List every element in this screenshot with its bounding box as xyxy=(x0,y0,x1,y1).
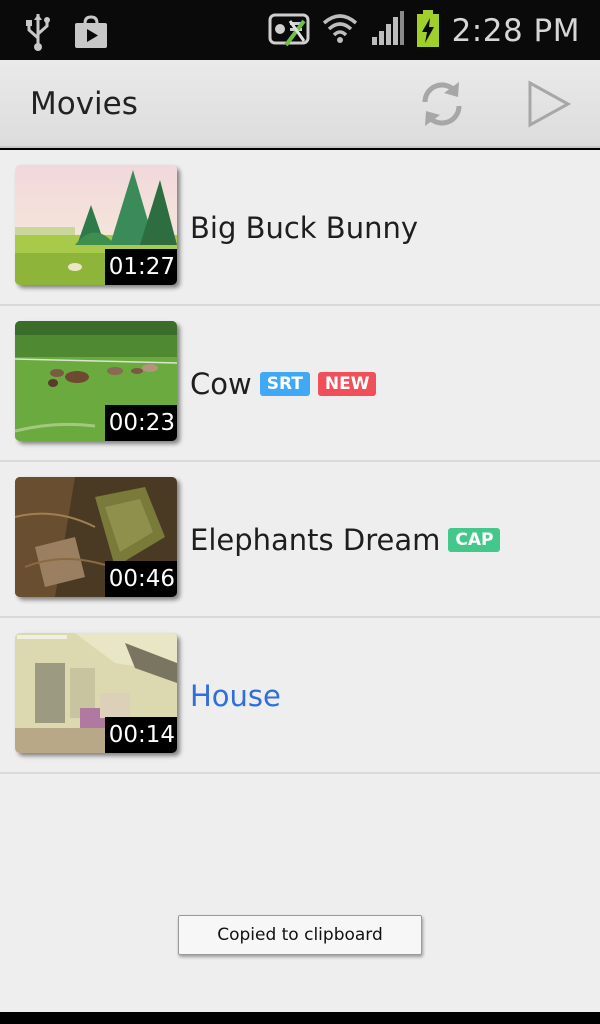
list-item-elephants-dream[interactable]: 00:46 Elephants Dream CAP xyxy=(0,462,600,618)
title-wrap: House xyxy=(190,618,281,774)
title-wrap: Big Buck Bunny xyxy=(190,150,418,306)
movie-list: 01:27 Big Buck Bunny 00:23 Cow SRT NEW 0… xyxy=(0,150,600,1012)
srt-badge: SRT xyxy=(259,372,310,396)
page-title: Movies xyxy=(30,86,138,122)
refresh-icon xyxy=(422,82,462,126)
house-thumbnail: 00:14 xyxy=(15,633,177,753)
signal-icon xyxy=(370,11,404,51)
movie-title: Cow xyxy=(190,367,252,401)
play-button[interactable] xyxy=(522,78,574,130)
duration-label: 00:23 xyxy=(104,405,177,441)
cow-thumbnail: 00:23 xyxy=(15,321,177,441)
list-item-cow[interactable]: 00:23 Cow SRT NEW xyxy=(0,306,600,462)
new-badge: NEW xyxy=(317,372,377,396)
duration-label: 01:27 xyxy=(104,249,177,285)
title-wrap: Elephants Dream CAP xyxy=(190,462,501,618)
duration-label: 00:46 xyxy=(104,561,177,597)
no-sync-icon xyxy=(268,11,310,51)
bunny-thumbnail: 01:27 xyxy=(15,165,177,285)
usb-icon xyxy=(24,12,52,56)
status-left-icons xyxy=(24,12,108,56)
title-wrap: Cow SRT NEW xyxy=(190,306,377,462)
movie-title: House xyxy=(190,679,281,713)
elephants-thumbnail: 00:46 xyxy=(15,477,177,597)
wifi-icon xyxy=(322,11,358,51)
battery-charging-icon xyxy=(416,10,440,52)
status-bar: 2:28 PM xyxy=(0,0,600,60)
toast: Copied to clipboard xyxy=(178,915,422,955)
list-item-house[interactable]: 00:14 House xyxy=(0,618,600,774)
play-icon xyxy=(528,80,572,128)
movie-title: Big Buck Bunny xyxy=(190,211,419,245)
list-item-big-buck-bunny[interactable]: 01:27 Big Buck Bunny xyxy=(0,150,600,306)
action-bar: Movies xyxy=(0,60,600,148)
duration-label: 00:14 xyxy=(104,717,177,753)
status-time: 2:28 PM xyxy=(451,13,580,49)
status-right-icons: 2:28 PM xyxy=(268,10,580,52)
bottom-edge xyxy=(0,1012,600,1024)
store-icon xyxy=(74,15,108,53)
refresh-button[interactable] xyxy=(416,78,468,130)
movie-title: Elephants Dream xyxy=(190,523,441,557)
cap-badge: CAP xyxy=(448,528,501,552)
